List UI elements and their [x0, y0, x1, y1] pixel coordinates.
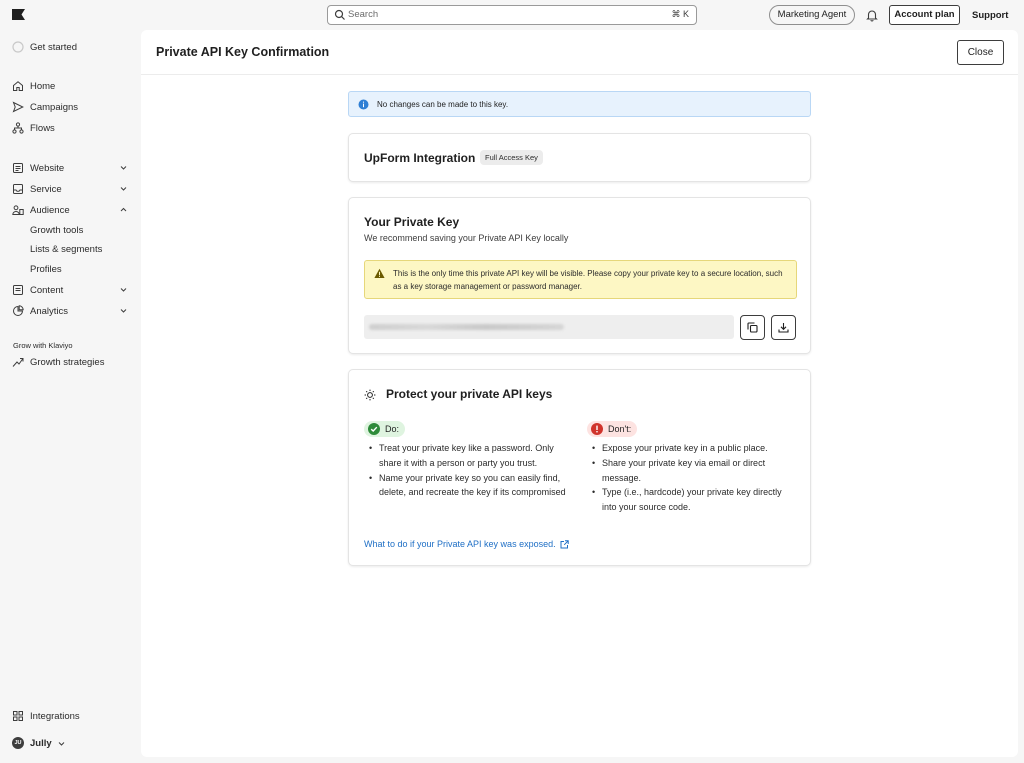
marketing-agent-button[interactable]: Marketing Agent [769, 5, 855, 25]
search-input[interactable]: Search ⌘ K [327, 5, 697, 25]
inbox-icon [13, 184, 23, 194]
alert-text: No changes can be made to this key. [377, 100, 509, 109]
list-item: Type (i.e., hardcode) your private key d… [587, 485, 797, 515]
page-title: Private API Key Confirmation [156, 45, 330, 59]
sidebar-subitem-profiles[interactable]: Profiles [30, 264, 62, 275]
notifications-bell-icon[interactable] [865, 8, 879, 22]
chevron-down-icon [120, 309, 127, 313]
integrations-grid-icon [13, 711, 23, 721]
account-plan-button[interactable]: Account plan [889, 5, 960, 25]
support-link[interactable]: Support [972, 10, 1008, 21]
download-icon [778, 323, 789, 333]
sidebar-item-campaigns[interactable]: Campaigns [12, 99, 130, 115]
chevron-down-icon [58, 741, 65, 746]
list-item: Name your private key so you can easily … [364, 471, 569, 501]
download-key-button[interactable] [771, 315, 796, 340]
copy-icon [747, 322, 758, 333]
close-button[interactable]: Close [957, 40, 1004, 65]
sidebar-item-label: Service [30, 183, 62, 195]
sidebar-item-growth-strategies[interactable]: Growth strategies [12, 354, 130, 370]
protect-keys-card: Protect your private API keys Do: Don't:… [348, 369, 811, 566]
list-item: Treat your private key like a password. … [364, 441, 569, 471]
warning-alert: This is the only time this private API k… [364, 260, 797, 299]
sidebar-item-label: Flows [30, 122, 55, 134]
private-key-card: Your Private Key We recommend saving you… [348, 197, 811, 354]
klaviyo-logo-icon[interactable] [12, 9, 25, 20]
do-label: Do: [385, 424, 400, 434]
key-name: UpForm Integration [364, 151, 476, 165]
sidebar-item-label: Get started [30, 41, 77, 53]
lightbulb-icon [364, 389, 376, 401]
grow-with-klaviyo-heading: Grow with Klaviyo [13, 341, 73, 350]
list-item: Share your private key via email or dire… [587, 456, 797, 486]
sidebar: Get started Home Campaigns Flows Website… [0, 30, 141, 763]
sidebar-item-label: Integrations [30, 710, 80, 722]
user-menu[interactable]: JU Jully [12, 735, 130, 751]
search-icon [334, 9, 345, 20]
check-circle-icon [368, 423, 380, 435]
chevron-down-icon [120, 166, 127, 170]
sidebar-item-label: Campaigns [30, 101, 79, 113]
info-alert: No changes can be made to this key. [348, 91, 811, 117]
redacted-key-value [369, 324, 564, 330]
dont-tag: Don't: [587, 421, 638, 437]
sidebar-item-label: Growth strategies [30, 356, 105, 368]
private-key-heading: Your Private Key [364, 215, 460, 229]
do-list: Treat your private key like a password. … [364, 441, 569, 500]
sidebar-item-integrations[interactable]: Integrations [12, 708, 130, 724]
key-exposed-help-link[interactable]: What to do if your Private API key was e… [364, 539, 569, 549]
sidebar-item-content[interactable]: Content [12, 282, 130, 298]
warning-icon [374, 268, 385, 278]
audience-icon [12, 205, 24, 215]
external-link-icon [560, 539, 569, 548]
send-icon [12, 101, 24, 113]
dont-label: Don't: [608, 424, 632, 434]
alert-circle-icon [591, 423, 603, 435]
copy-key-button[interactable] [740, 315, 765, 340]
list-item: Expose your private key in a public plac… [587, 441, 797, 456]
chevron-down-icon [120, 288, 127, 292]
chevron-down-icon [120, 187, 127, 191]
sidebar-subitem-growth-tools[interactable]: Growth tools [30, 225, 83, 236]
sidebar-item-label: Content [30, 284, 64, 296]
user-name: Jully [30, 737, 52, 749]
sidebar-item-flows[interactable]: Flows [12, 120, 130, 136]
link-text: What to do if your Private API key was e… [364, 539, 556, 549]
progress-circle-icon [12, 41, 24, 53]
do-tag: Do: [364, 421, 406, 437]
info-icon [358, 99, 369, 110]
key-scope-badge: Full Access Key [480, 150, 543, 165]
sidebar-item-label: Audience [30, 204, 70, 216]
sidebar-item-get-started[interactable]: Get started [12, 39, 130, 55]
protect-heading: Protect your private API keys [386, 387, 553, 401]
private-key-subtext: We recommend saving your Private API Key… [364, 233, 569, 243]
chevron-up-icon [120, 207, 127, 212]
sidebar-item-audience[interactable]: Audience [12, 202, 130, 218]
search-placeholder: Search [348, 9, 379, 20]
panel-header: Private API Key Confirmation Close [141, 30, 1018, 75]
content-icon [13, 285, 23, 295]
flows-icon [12, 122, 24, 134]
dont-list: Expose your private key in a public plac… [587, 441, 797, 515]
sidebar-subitem-lists-segments[interactable]: Lists & segments [30, 244, 102, 255]
analytics-icon [13, 305, 24, 316]
sidebar-item-label: Home [30, 80, 56, 92]
private-key-field[interactable] [364, 315, 734, 339]
key-name-card: UpForm Integration Full Access Key [348, 133, 811, 182]
home-icon [13, 81, 23, 91]
website-icon [13, 163, 23, 173]
search-shortcut: ⌘ K [671, 9, 689, 19]
sidebar-item-label: Analytics [30, 305, 69, 317]
top-bar: Search ⌘ K Marketing Agent Account plan … [0, 0, 1024, 30]
warning-text: This is the only time this private API k… [393, 269, 783, 291]
sidebar-item-home[interactable]: Home [12, 78, 130, 94]
sidebar-item-analytics[interactable]: Analytics [12, 303, 130, 319]
sidebar-item-website[interactable]: Website [12, 160, 130, 176]
sidebar-item-label: Website [30, 162, 65, 174]
avatar: JU [12, 737, 24, 749]
trend-up-icon [12, 358, 24, 367]
sidebar-item-service[interactable]: Service [12, 181, 130, 197]
